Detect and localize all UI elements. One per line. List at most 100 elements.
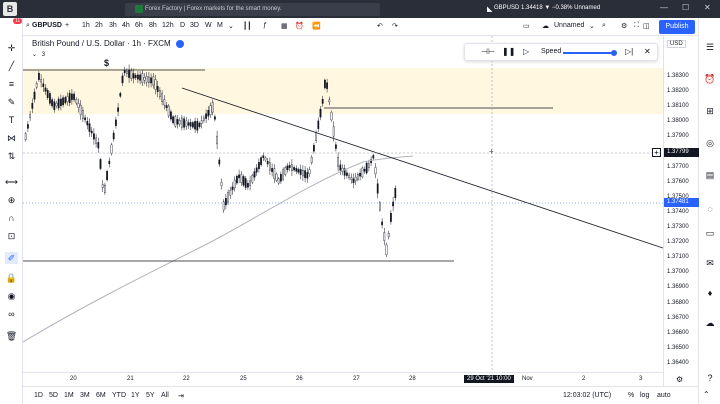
browser-tab[interactable]: Forex Factory | Forex markets for the sm… bbox=[125, 3, 380, 16]
log-toggle[interactable]: log bbox=[640, 392, 649, 399]
fib-icon[interactable]: ≡ bbox=[5, 78, 18, 90]
interval-1h[interactable]: 1h bbox=[82, 22, 90, 29]
search-icon[interactable]: ⌕ bbox=[26, 22, 30, 30]
magnet-icon[interactable]: ∩ bbox=[5, 212, 18, 224]
interval-d[interactable]: D bbox=[180, 22, 185, 29]
interval-w[interactable]: W bbox=[205, 22, 212, 29]
interval-4h[interactable]: 4h bbox=[122, 22, 130, 29]
range-1y[interactable]: 1Y bbox=[131, 392, 140, 399]
candle-body bbox=[97, 142, 100, 149]
auto-toggle[interactable]: auto bbox=[657, 392, 671, 399]
replay-close-icon[interactable]: ✕ bbox=[644, 47, 651, 56]
lock-drawings-icon[interactable]: ⊡ bbox=[5, 230, 18, 242]
axis-settings-icon[interactable]: ⚙ bbox=[676, 375, 683, 384]
interval-m[interactable]: M bbox=[217, 22, 223, 29]
snapshot-icon[interactable]: ◫ bbox=[643, 22, 650, 30]
range-6m[interactable]: 6M bbox=[96, 392, 106, 399]
date-range-icon[interactable]: ⇥ bbox=[178, 392, 184, 400]
lock-icon[interactable]: 🔒 bbox=[5, 272, 18, 284]
range-1d[interactable]: 1D bbox=[34, 392, 43, 399]
chats-icon[interactable]: ✉ bbox=[704, 258, 716, 270]
maximize-icon[interactable]: ☐ bbox=[682, 3, 689, 12]
streams-icon[interactable]: ▭ bbox=[704, 228, 716, 240]
hotlist-icon[interactable]: ◎ bbox=[704, 138, 716, 150]
data-window-icon[interactable]: ⊞ bbox=[704, 106, 716, 118]
pause-icon[interactable]: ❚❚ bbox=[502, 47, 515, 56]
price-scale[interactable]: USD 1.38300 1.38200 1.38100 1.38000 1.37900 1… bbox=[663, 36, 699, 386]
range-all[interactable]: All bbox=[161, 392, 169, 399]
redo-icon[interactable]: ↷ bbox=[392, 22, 398, 30]
trendline-icon[interactable]: ╱ bbox=[5, 60, 18, 72]
close-icon[interactable]: ✕ bbox=[704, 3, 711, 12]
layout-dropdown-icon[interactable]: ⌄ bbox=[589, 22, 595, 30]
percent-toggle[interactable]: % bbox=[628, 392, 634, 399]
indicators-icon[interactable]: ƒ bbox=[263, 22, 267, 29]
speed-slider-handle[interactable] bbox=[611, 50, 617, 56]
interval-6h[interactable]: 6h bbox=[135, 22, 143, 29]
step-forward-icon[interactable]: ▷| bbox=[625, 47, 633, 56]
interval-2h[interactable]: 2h bbox=[95, 22, 103, 29]
range-5d[interactable]: 5D bbox=[49, 392, 58, 399]
templates-icon[interactable]: ▦ bbox=[281, 22, 288, 30]
quick-search-icon[interactable]: ⌕ bbox=[602, 22, 606, 30]
interval-8h[interactable]: 8h bbox=[149, 22, 157, 29]
panel-collapse-icon[interactable]: ⌃ bbox=[703, 390, 710, 399]
pattern-icon[interactable]: ⋈ bbox=[5, 132, 18, 144]
trash-icon[interactable]: 🗑 bbox=[5, 330, 18, 342]
replay-icon[interactable]: ⏪ bbox=[312, 22, 321, 30]
clock[interactable]: 12:03:02 (UTC) bbox=[563, 392, 611, 399]
chart-canvas[interactable] bbox=[23, 36, 663, 372]
replay-select-bar-icon[interactable]: ⊣⊢ bbox=[481, 47, 495, 56]
text-icon[interactable]: T bbox=[5, 114, 18, 126]
play-icon[interactable]: ▷ bbox=[523, 47, 529, 56]
range-1m[interactable]: 1M bbox=[64, 392, 74, 399]
fullscreen-icon[interactable]: ⛶ bbox=[634, 22, 639, 30]
undo-icon[interactable]: ↶ bbox=[377, 22, 383, 30]
ideas-icon[interactable]: ◌ bbox=[704, 204, 716, 216]
time-axis[interactable]: 20 21 22 25 26 27 28 29 Oct '21 10:00 No… bbox=[23, 372, 663, 386]
calendar-icon[interactable]: ▤ bbox=[704, 170, 716, 182]
symbol-input[interactable]: GBPUSD bbox=[32, 22, 62, 29]
brush-icon[interactable]: ✎ bbox=[5, 96, 18, 108]
speed-slider[interactable] bbox=[563, 52, 615, 54]
range-3m[interactable]: 3M bbox=[80, 392, 90, 399]
chart-type-icon[interactable]: ┃┃ bbox=[243, 22, 251, 30]
interval-3h[interactable]: 3h bbox=[109, 22, 117, 29]
pine-icon[interactable]: ☁ bbox=[704, 318, 716, 330]
alert-icon[interactable]: ⏰ bbox=[295, 22, 304, 30]
range-5y[interactable]: 5Y bbox=[146, 392, 155, 399]
price-label: 1.38200 bbox=[667, 88, 689, 95]
stay-drawing-icon[interactable]: ✐ bbox=[5, 252, 18, 264]
chart-pane[interactable]: + bbox=[23, 36, 663, 386]
zoom-icon[interactable]: ⊕ bbox=[5, 194, 18, 206]
candle-body bbox=[207, 110, 210, 117]
candle-body bbox=[31, 103, 34, 109]
layout-name[interactable]: Unnamed bbox=[554, 22, 584, 29]
prediction-icon[interactable]: ⇅ bbox=[5, 150, 18, 162]
settings-icon[interactable]: ⚙ bbox=[621, 22, 627, 30]
help-icon[interactable]: ? bbox=[704, 373, 716, 385]
minimize-icon[interactable]: — bbox=[660, 3, 668, 12]
watchlist-icon[interactable]: ☰ bbox=[704, 42, 716, 54]
interval-dropdown-icon[interactable]: ⌄ bbox=[228, 22, 234, 30]
interval-3d[interactable]: 3D bbox=[190, 22, 199, 29]
measure-icon[interactable]: ⟷ bbox=[5, 176, 18, 188]
layout-icon[interactable]: ▭ bbox=[523, 22, 530, 30]
indicator-count[interactable]: 3 bbox=[42, 52, 45, 58]
currency-selector[interactable]: USD bbox=[667, 40, 686, 48]
link-icon[interactable]: ∞ bbox=[5, 308, 18, 320]
add-symbol-icon[interactable]: + bbox=[65, 22, 69, 29]
publish-button[interactable]: Publish bbox=[659, 20, 695, 34]
crosshair-icon[interactable]: ✛ bbox=[5, 42, 18, 54]
hide-icon[interactable]: ◉ bbox=[5, 290, 18, 302]
add-line-icon[interactable]: + bbox=[652, 148, 661, 157]
interval-12h[interactable]: 12h bbox=[162, 22, 174, 29]
notifications-icon[interactable]: ♦ bbox=[704, 288, 716, 300]
candle-body bbox=[198, 122, 201, 128]
legend-toggle-icon[interactable]: ⌄ bbox=[32, 52, 37, 58]
alerts-icon[interactable]: ⏰ bbox=[704, 74, 716, 86]
range-ytd[interactable]: YTD bbox=[112, 392, 126, 399]
candle-body bbox=[275, 173, 278, 181]
cloud-icon[interactable]: ☁ bbox=[542, 22, 549, 30]
symbol-legend[interactable]: British Pound / U.S. Dollar · 1h · FXCM bbox=[32, 39, 171, 48]
